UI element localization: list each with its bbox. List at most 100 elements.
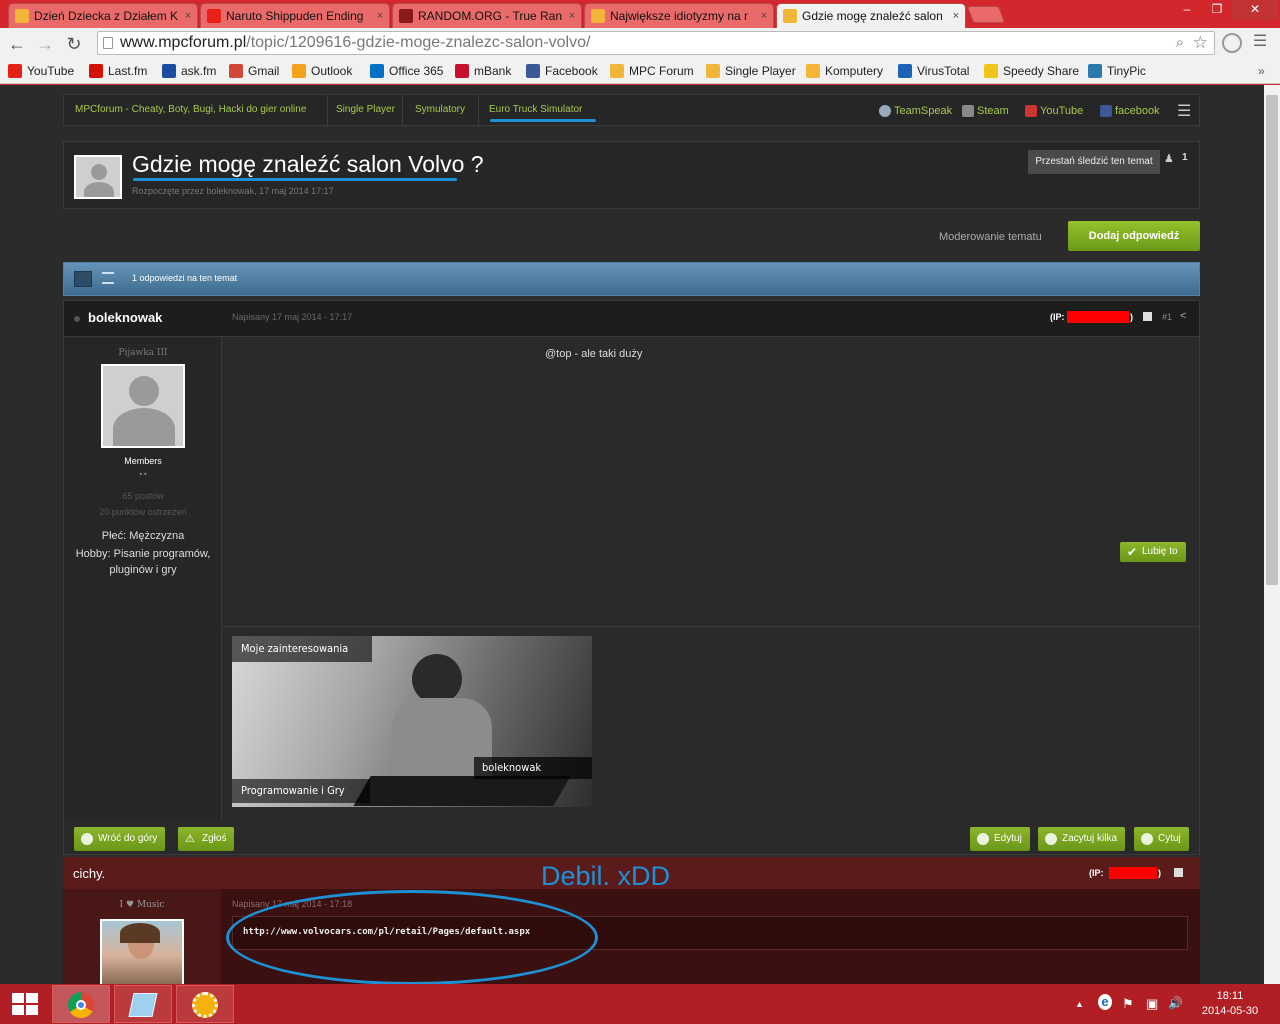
bookmark-komputery[interactable]: Komputery bbox=[806, 62, 883, 80]
back-to-top-button[interactable]: Wróć do góry bbox=[74, 827, 166, 851]
bookmark-speedy-share[interactable]: Speedy Share bbox=[984, 62, 1079, 80]
post-header: boleknowak Napisany 17 maj 2014 - 17:17 … bbox=[64, 301, 1199, 337]
facebook-link[interactable]: facebook bbox=[1100, 105, 1160, 117]
bookmark-virustotal[interactable]: VirusTotal bbox=[898, 62, 969, 80]
view-list-icon[interactable] bbox=[74, 271, 92, 287]
maximize-button[interactable]: ❐ bbox=[1202, 0, 1232, 20]
extension-icon[interactable] bbox=[1222, 33, 1242, 53]
forum-page: MPCforum - Cheaty, Boty, Bugi, Hacki do … bbox=[0, 85, 1264, 984]
tab-close-icon[interactable]: × bbox=[185, 10, 191, 22]
bookmark-single-player[interactable]: Single Player bbox=[706, 62, 796, 80]
add-reply-button[interactable]: Dodaj odpowiedź bbox=[1068, 221, 1200, 251]
bookmark-office365[interactable]: Office 365 bbox=[370, 62, 443, 80]
breadcrumb-symulatory[interactable]: Symulatory bbox=[415, 104, 465, 115]
ip-label: (IP: bbox=[1050, 312, 1065, 322]
windows-start-icon[interactable] bbox=[12, 993, 38, 1015]
report-button[interactable]: ⚠ Zgłoś bbox=[178, 827, 235, 851]
bookmark-tinypic[interactable]: TinyPic bbox=[1088, 62, 1146, 80]
facebook-icon bbox=[526, 64, 540, 78]
like-button[interactable]: ✔ Lubię to bbox=[1120, 542, 1186, 562]
bookmark-facebook[interactable]: Facebook bbox=[526, 62, 598, 80]
warn-points: 20 punktów ostrzeżeń bbox=[99, 507, 187, 517]
tab-naruto[interactable]: Naruto Shippuden Ending × bbox=[200, 3, 390, 28]
new-tab-button[interactable] bbox=[966, 6, 1006, 23]
start-pane bbox=[12, 1005, 24, 1015]
tab-idiotyzmy[interactable]: Największe idiotyzmy na r × bbox=[584, 3, 774, 28]
multiquote-button[interactable]: Zacytuj kilka bbox=[1038, 827, 1126, 851]
folder-icon bbox=[706, 64, 720, 78]
action-center-flag-icon[interactable]: ⚑ bbox=[1122, 996, 1134, 1012]
author-avatar[interactable] bbox=[100, 919, 184, 984]
share-icon[interactable]: < bbox=[1180, 310, 1186, 322]
forward-button[interactable]: → bbox=[34, 33, 56, 55]
list-menu-icon[interactable]: ☰ bbox=[1177, 101, 1191, 121]
ie-icon[interactable]: e bbox=[1098, 994, 1112, 1010]
view-compact-icon[interactable] bbox=[102, 272, 114, 284]
bookmark-youtube[interactable]: YouTube bbox=[8, 62, 74, 80]
page-scrollbar[interactable] bbox=[1264, 85, 1280, 984]
mpc-favicon-icon bbox=[15, 9, 29, 23]
bookmark-mpc-forum[interactable]: MPC Forum bbox=[610, 62, 694, 80]
reload-button[interactable]: ↻ bbox=[63, 33, 85, 55]
sig-title: Moje zainteresowania bbox=[232, 636, 372, 662]
bookmark-gmail[interactable]: Gmail bbox=[229, 62, 279, 80]
tray-expand-icon[interactable]: ▲ bbox=[1075, 999, 1084, 1009]
author-avatar[interactable] bbox=[101, 364, 185, 448]
breadcrumb-euro-truck[interactable]: Euro Truck Simulator bbox=[489, 104, 582, 115]
bookmarks-overflow-icon[interactable]: » bbox=[1258, 62, 1265, 80]
author-avatar[interactable] bbox=[74, 155, 122, 199]
multiquote-icon bbox=[1045, 833, 1057, 845]
clock[interactable]: 18:11 2014-05-30 bbox=[1190, 989, 1270, 1019]
unfollow-button[interactable]: Przestań śledzić ten temat bbox=[1028, 150, 1160, 174]
tab-close-icon[interactable]: × bbox=[761, 10, 767, 22]
edit-button[interactable]: Edytuj bbox=[970, 827, 1030, 851]
arrow-up-icon bbox=[81, 833, 93, 845]
select-post-checkbox[interactable] bbox=[1174, 868, 1183, 877]
post-author[interactable]: cichy. bbox=[73, 866, 105, 881]
zoom-icon[interactable]: ⌕ bbox=[1176, 32, 1184, 54]
tab-dzien-dziecka[interactable]: Dzień Dziecka z Działem K × bbox=[8, 3, 198, 28]
sig-subtitle: Programowanie i Gry bbox=[232, 779, 370, 803]
bookmark-askfm[interactable]: ask.fm bbox=[162, 62, 216, 80]
tab-close-icon[interactable]: × bbox=[569, 10, 575, 22]
star-bookmark-icon[interactable]: ☆ bbox=[1193, 32, 1208, 54]
settings-taskbar-button[interactable] bbox=[176, 985, 234, 1023]
menu-icon[interactable]: ☰ bbox=[1252, 34, 1268, 50]
browser-toolbar: ← → ↻ www.mpcforum.pl/topic/1209616-gdzi… bbox=[0, 28, 1280, 58]
folder-icon bbox=[806, 64, 820, 78]
virustotal-icon bbox=[898, 64, 912, 78]
tab-close-icon[interactable]: × bbox=[953, 10, 959, 22]
replies-bar: 1 odpowiedzi na ten temat bbox=[63, 262, 1200, 296]
post-number[interactable]: #1 bbox=[1162, 312, 1172, 322]
post-author[interactable]: boleknowak bbox=[88, 310, 162, 325]
bookmark-outlook[interactable]: Outlook bbox=[292, 62, 352, 80]
quote-button[interactable]: Cytuj bbox=[1134, 827, 1189, 851]
address-bar[interactable]: www.mpcforum.pl/topic/1209616-gdzie-moge… bbox=[97, 31, 1215, 55]
followers-count: 1 bbox=[1182, 152, 1188, 163]
teamspeak-link[interactable]: TeamSpeak bbox=[879, 105, 952, 117]
volume-icon[interactable]: 🔊 bbox=[1168, 996, 1183, 1010]
redacted-ip bbox=[1067, 311, 1129, 323]
notepad-taskbar-button[interactable] bbox=[114, 985, 172, 1023]
tab-volvo-active[interactable]: Gdzie mogę znaleźć salon × bbox=[776, 3, 966, 28]
steam-link[interactable]: Steam bbox=[962, 105, 1009, 117]
select-post-checkbox[interactable] bbox=[1143, 312, 1152, 321]
tab-close-icon[interactable]: × bbox=[377, 10, 383, 22]
scrollbar-thumb[interactable] bbox=[1266, 95, 1278, 585]
breadcrumb-single-player[interactable]: Single Player bbox=[336, 104, 395, 115]
gear-icon bbox=[192, 992, 218, 1018]
chrome-taskbar-button[interactable] bbox=[52, 985, 110, 1023]
breadcrumb-home[interactable]: MPCforum - Cheaty, Boty, Bugi, Hacki do … bbox=[75, 104, 306, 115]
close-window-button[interactable]: ✕ bbox=[1232, 0, 1278, 20]
tab-random-org[interactable]: RANDOM.ORG - True Ran × bbox=[392, 3, 582, 28]
network-icon[interactable]: ▣ bbox=[1146, 996, 1158, 1012]
ip-close: ) bbox=[1130, 312, 1133, 322]
moderate-topic-link[interactable]: Moderowanie tematu bbox=[939, 231, 1042, 243]
signature-image: Moje zainteresowania boleknowak Programo… bbox=[232, 636, 592, 807]
bookmark-mbank[interactable]: mBank bbox=[455, 62, 511, 80]
minimize-button[interactable]: – bbox=[1172, 0, 1202, 20]
youtube-icon bbox=[1025, 105, 1037, 117]
back-button[interactable]: ← bbox=[6, 33, 28, 55]
bookmark-lastfm[interactable]: Last.fm bbox=[89, 62, 147, 80]
youtube-link[interactable]: YouTube bbox=[1025, 105, 1083, 117]
